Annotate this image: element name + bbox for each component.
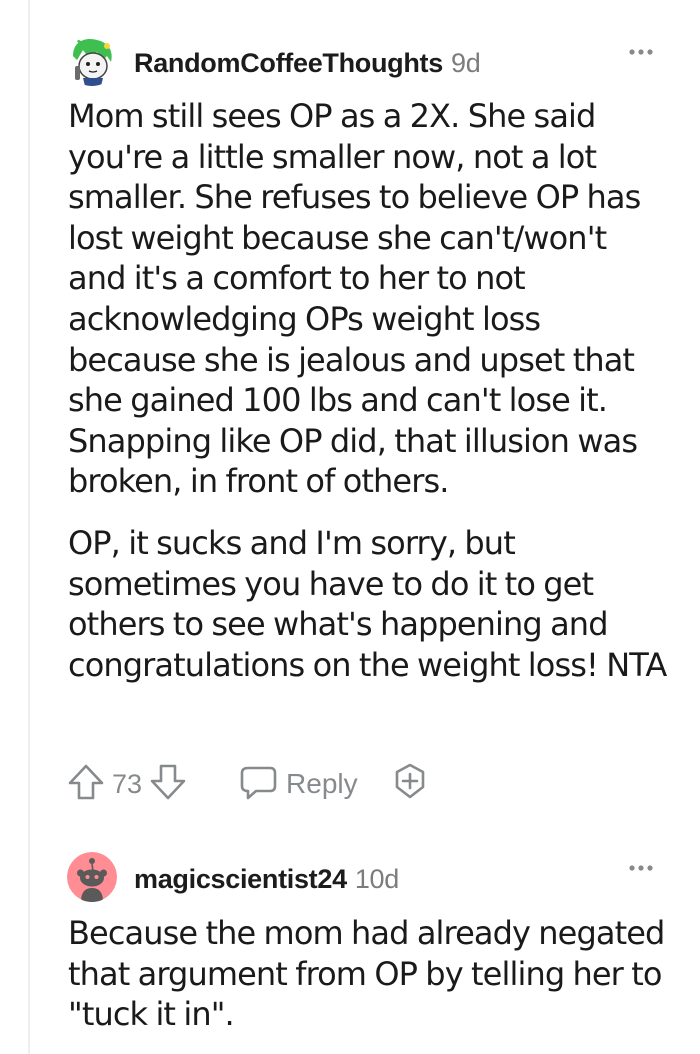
comment-body: Because the mom had already negated that… — [68, 913, 668, 1035]
comment-paragraph: Mom still sees OP as a 2X. She said you'… — [68, 97, 641, 501]
upvote-arrow-icon[interactable] — [66, 762, 106, 807]
comment-age: 10d — [354, 864, 399, 894]
more-options-icon[interactable] — [626, 856, 656, 880]
comment: RandomCoffeeThoughts 9d Mom still sees OP… — [67, 36, 668, 685]
more-options-icon[interactable] — [626, 40, 656, 64]
award-button[interactable] — [390, 762, 430, 807]
snoo-avatar-icon[interactable] — [67, 852, 117, 902]
reply-bubble-icon — [238, 762, 278, 807]
vote-score: 73 — [112, 768, 143, 799]
comment-paragraph: Because the mom had already negated that… — [68, 914, 665, 1034]
comment-author[interactable]: magicscientist24 10d — [134, 864, 399, 895]
username-link[interactable]: magicscientist24 — [134, 864, 347, 894]
green-hair-avatar-icon[interactable] — [67, 36, 117, 86]
comment-body: Mom still sees OP as a 2X. She said you'… — [68, 96, 668, 685]
comment-paragraph: OP, it sucks and I'm sorry, but sometime… — [68, 523, 667, 684]
comment-age: 9d — [450, 48, 481, 78]
vote-controls: 73 — [66, 762, 188, 807]
downvote-arrow-icon[interactable] — [148, 762, 188, 807]
comment-actions: 73 Reply — [66, 762, 430, 806]
thread-line — [28, 0, 30, 1054]
comment-header: RandomCoffeeThoughts 9d — [67, 36, 668, 86]
add-award-icon — [390, 762, 430, 807]
reply-button[interactable]: Reply — [238, 762, 358, 807]
comment-author[interactable]: RandomCoffeeThoughts 9d — [134, 48, 481, 79]
comment: magicscientist24 10d Because the mom had … — [67, 852, 668, 1035]
reply-label: Reply — [286, 768, 358, 799]
comment-header: magicscientist24 10d — [67, 852, 668, 902]
username-link[interactable]: RandomCoffeeThoughts — [134, 48, 443, 78]
